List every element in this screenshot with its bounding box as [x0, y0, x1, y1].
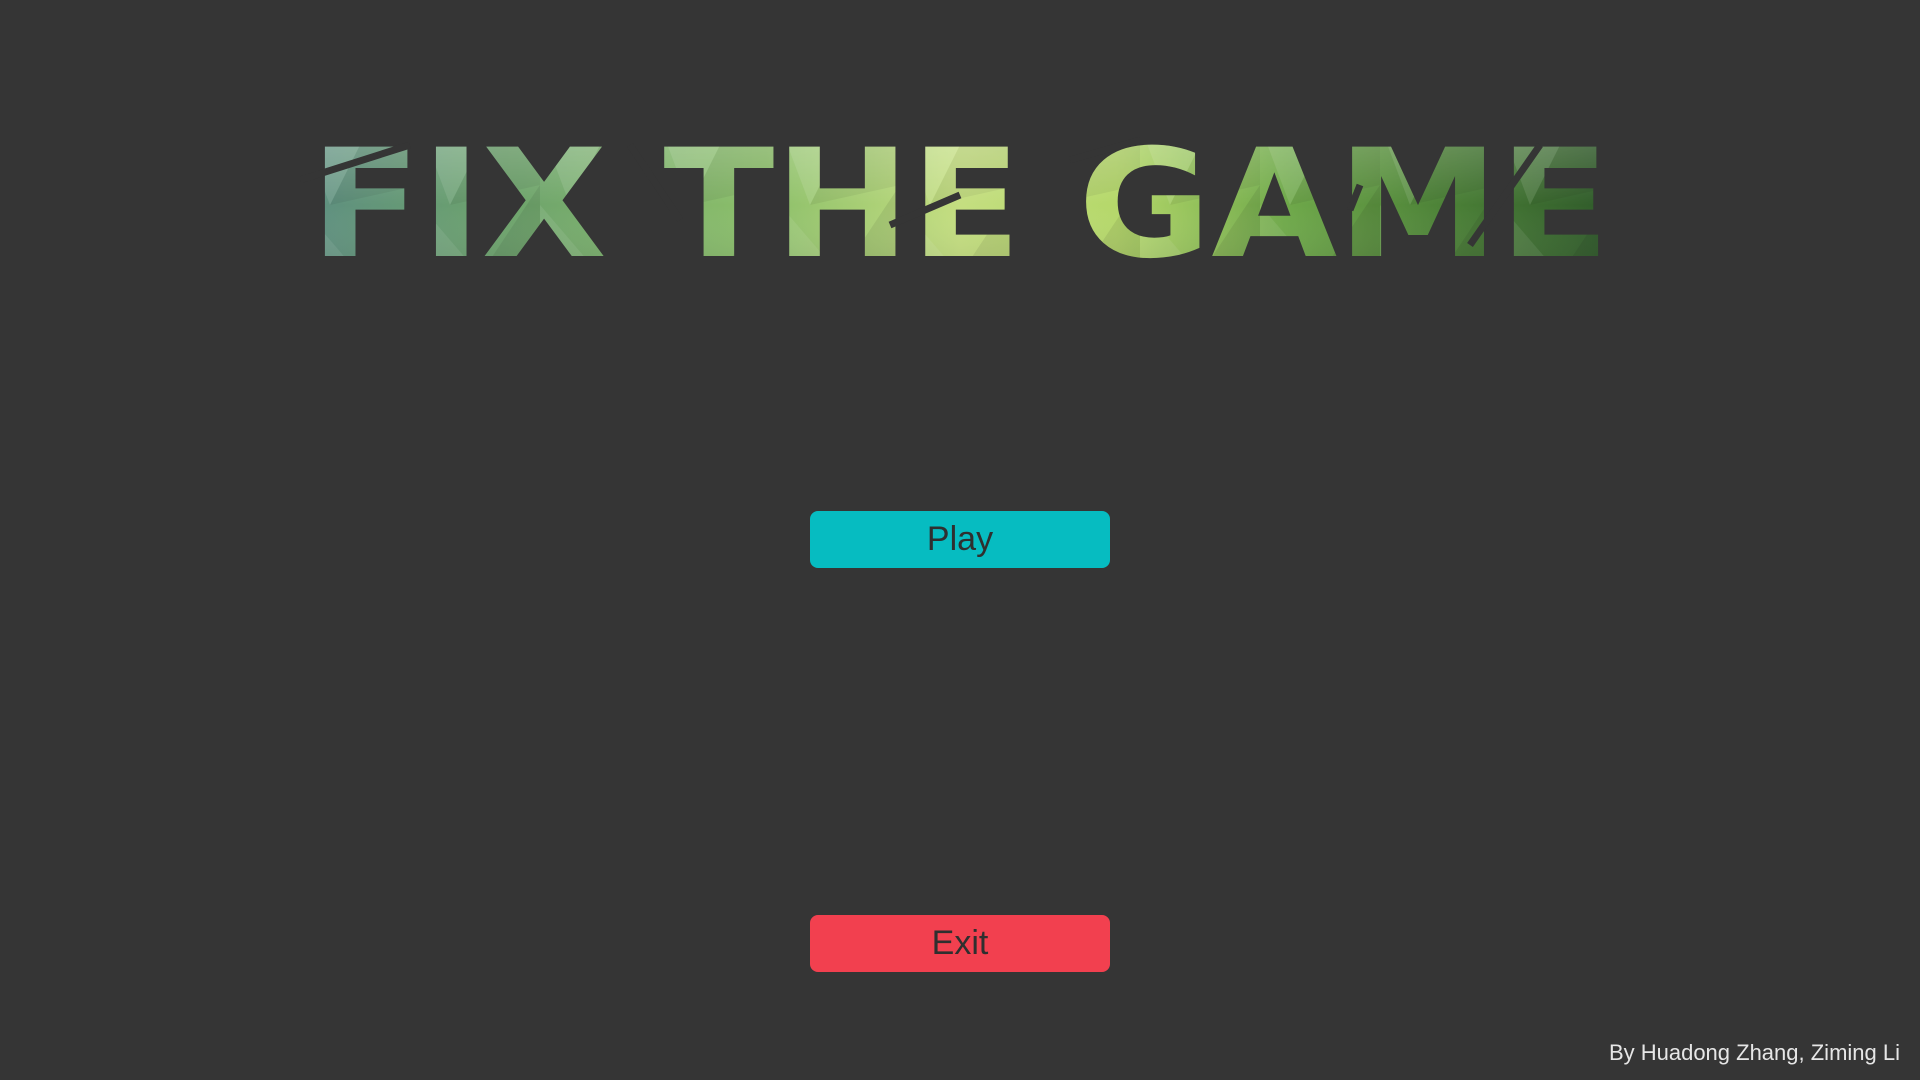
exit-button[interactable]: Exit	[810, 915, 1110, 972]
svg-text:FIX THE GAME: FIX THE GAME	[310, 125, 1610, 275]
play-button[interactable]: Play	[810, 511, 1110, 568]
play-button-label: Play	[926, 520, 994, 558]
game-title: FIX THE GAME FIX THE GAME FIX THE GAME	[300, 125, 1620, 275]
credits-text: By Huadong Zhang, Ziming Li	[1608, 1040, 1900, 1065]
exit-button-label: Exit	[931, 924, 989, 962]
